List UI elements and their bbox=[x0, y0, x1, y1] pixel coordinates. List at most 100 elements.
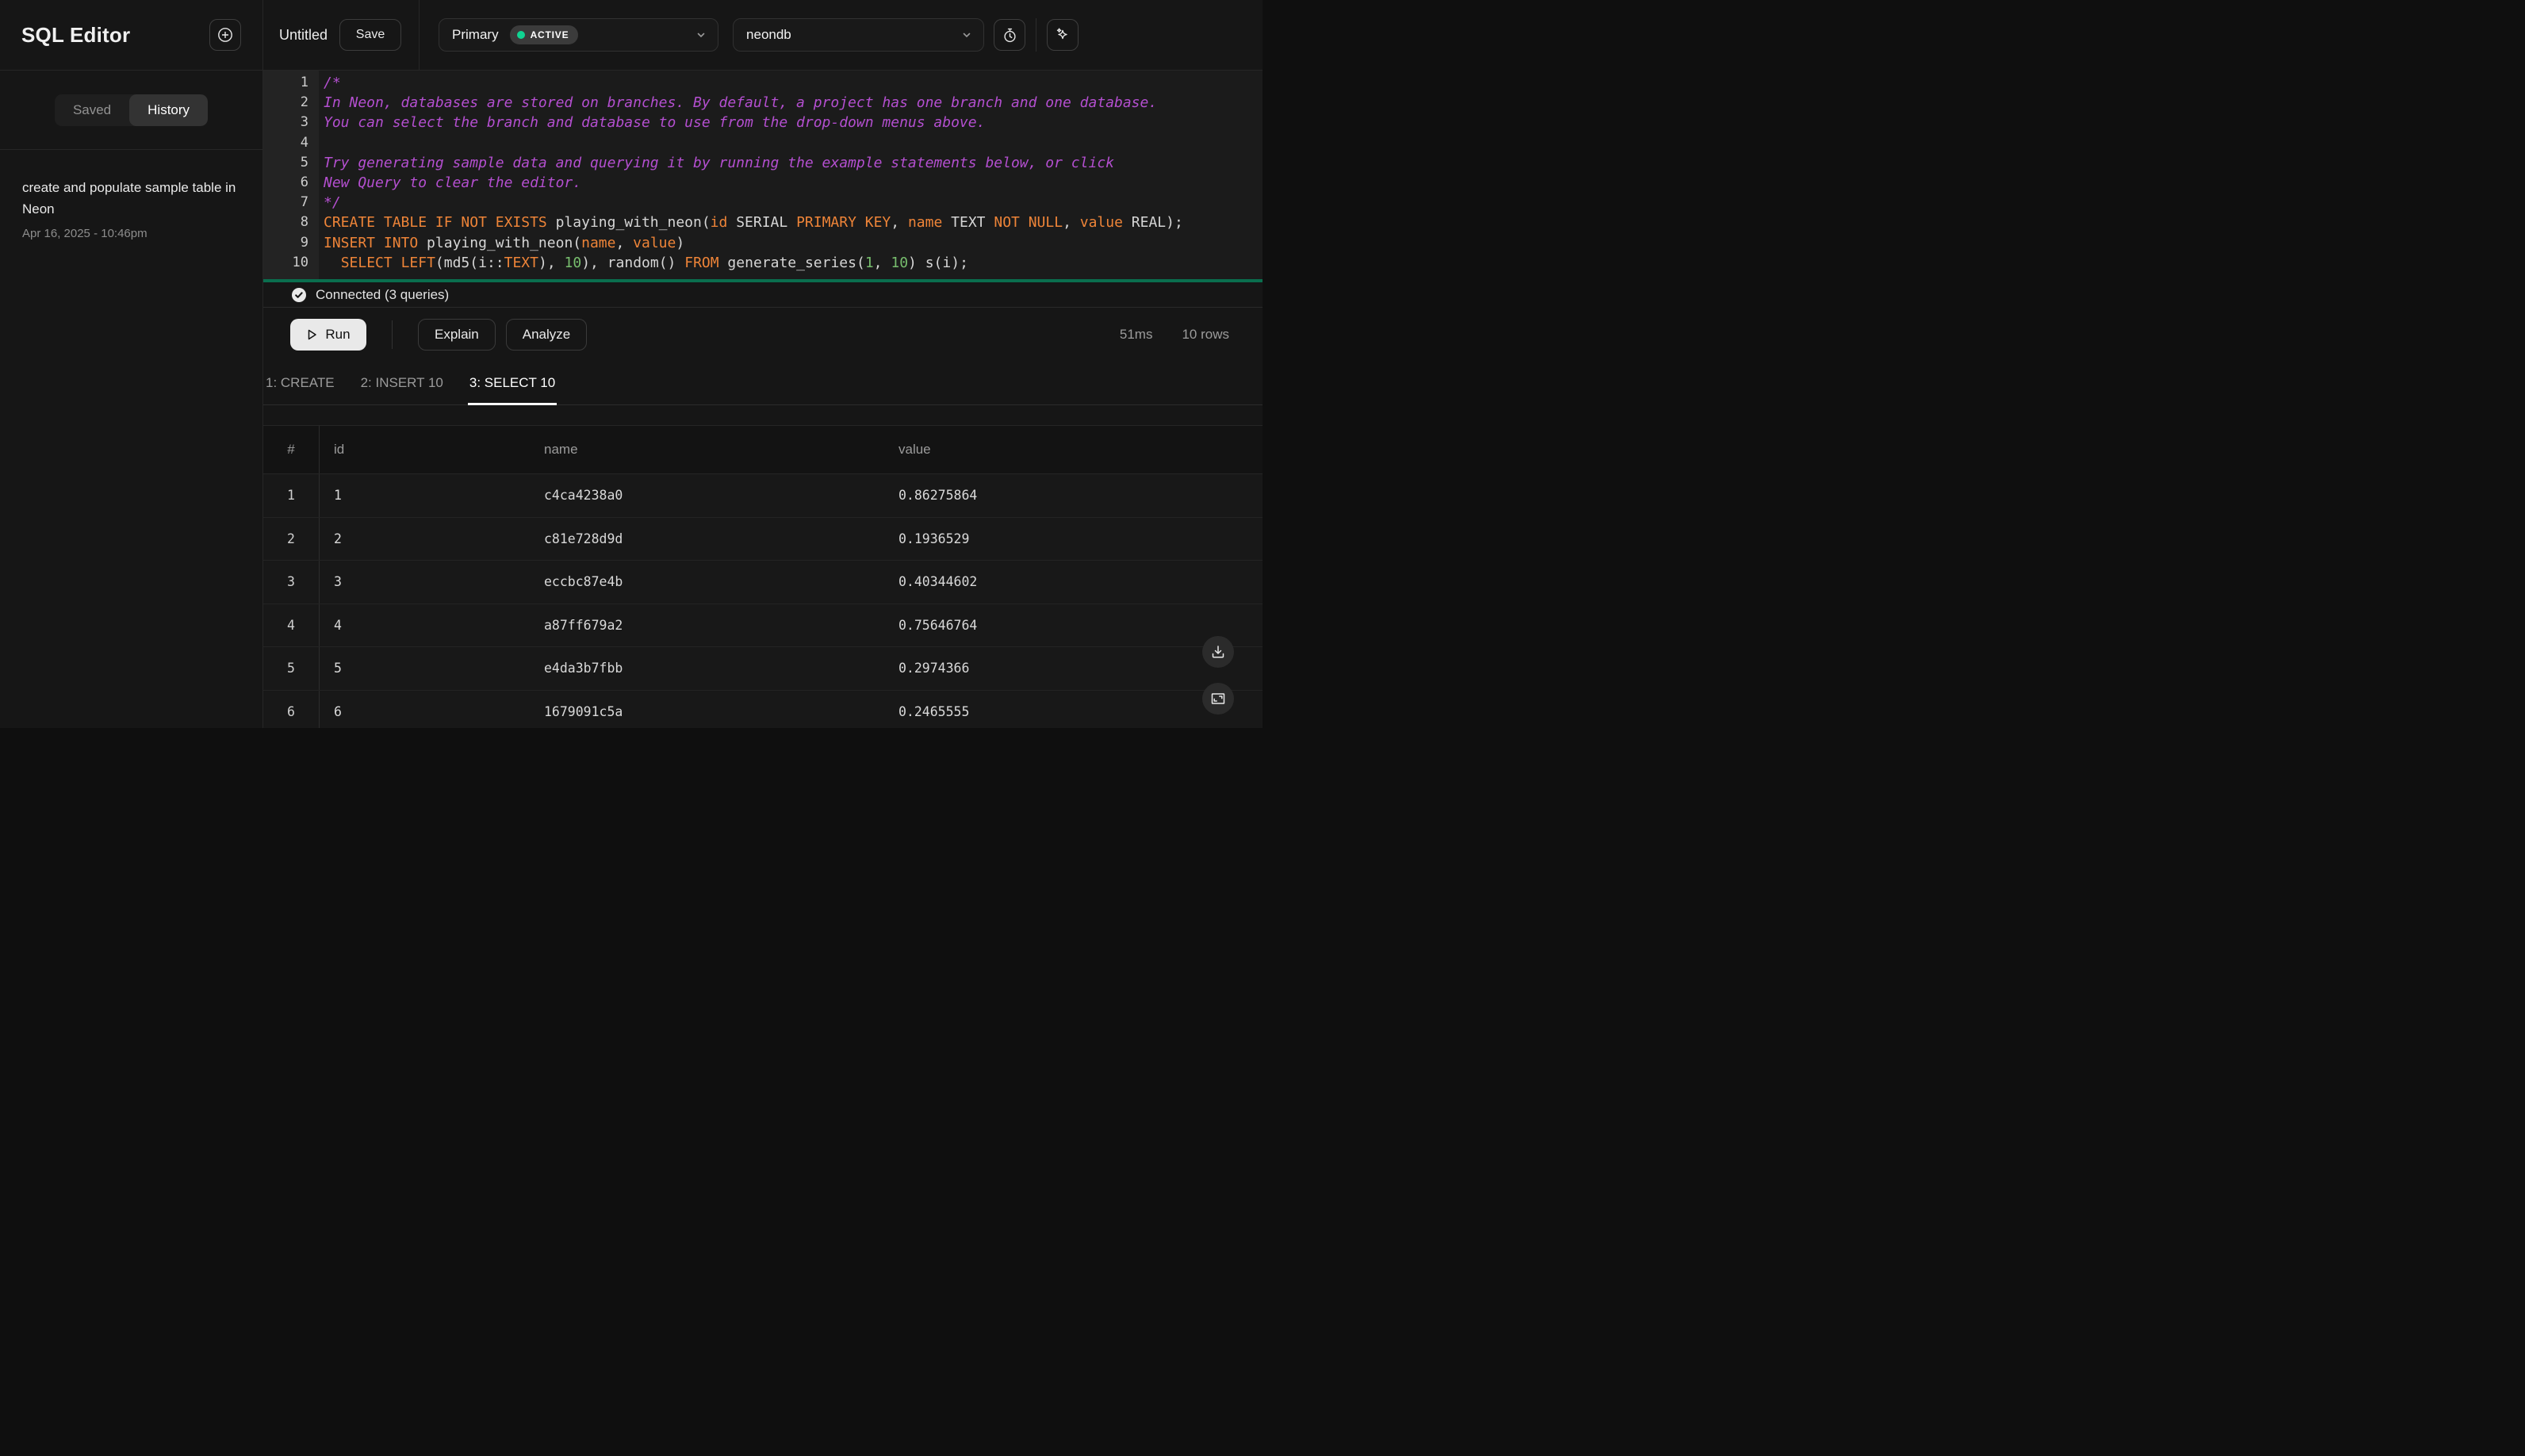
number-token: 10 bbox=[891, 254, 909, 271]
explain-button[interactable]: Explain bbox=[418, 319, 496, 351]
column-header-name: name bbox=[544, 442, 578, 457]
result-tabs: 1: CREATE 2: INSERT 10 3: SELECT 10 bbox=[263, 362, 1262, 405]
table-cell: 1 bbox=[334, 488, 342, 504]
code-token: playing_with_neon( bbox=[418, 234, 582, 251]
database-select[interactable]: neondb bbox=[733, 18, 985, 52]
keyword-token: INSERT INTO bbox=[324, 234, 419, 251]
chevron-down-icon bbox=[695, 29, 707, 40]
chevron-down-icon bbox=[961, 29, 972, 40]
results-table-body: 1 1 c4ca4238a0 0.86275864 2 2 c81e728d9d 0.1936… bbox=[263, 474, 1262, 728]
tab-saved[interactable]: Saved bbox=[55, 94, 129, 126]
code-token: ) s(i); bbox=[908, 254, 968, 271]
run-button[interactable]: Run bbox=[290, 319, 366, 351]
branch-status-badge: ACTIVE bbox=[509, 25, 579, 44]
code-line: New Query to clear the editor. bbox=[324, 173, 1262, 193]
table-cell: 0.75646764 bbox=[899, 617, 978, 633]
branch-select[interactable]: Primary ACTIVE bbox=[439, 18, 719, 52]
history-item-title: create and populate sample table in Neon bbox=[22, 180, 236, 216]
table-row[interactable]: 2 2 c81e728d9d 0.1936529 bbox=[263, 517, 1262, 561]
line-number: 4 bbox=[300, 134, 308, 151]
table-cell: 0.1936529 bbox=[899, 531, 970, 546]
query-metrics: 51ms 10 rows bbox=[1120, 327, 1229, 343]
keyword-token: name bbox=[907, 214, 943, 232]
save-button[interactable]: Save bbox=[339, 19, 402, 51]
toolbar-actions bbox=[984, 18, 1079, 52]
editor-toolbar: Untitled Save Primary ACTIVE neondb bbox=[263, 0, 1262, 71]
line-number-gutter: 1 2 3 4 5 6 7 8 9 10 bbox=[263, 71, 319, 279]
line-number: 6 bbox=[300, 174, 308, 191]
code-area[interactable]: /* In Neon, databases are stored on branc… bbox=[319, 71, 1262, 279]
active-status-dot bbox=[516, 31, 525, 39]
table-cell: c4ca4238a0 bbox=[544, 488, 623, 504]
code-token: ), random() bbox=[581, 254, 685, 271]
comment-token: You can select the branch and database t… bbox=[324, 114, 986, 132]
code-token: REAL); bbox=[1122, 214, 1183, 232]
play-icon bbox=[306, 328, 318, 341]
code-token: (md5(i:: bbox=[435, 254, 504, 271]
table-row[interactable]: 1 1 c4ca4238a0 0.86275864 bbox=[263, 474, 1262, 518]
code-token: ) bbox=[676, 234, 685, 251]
ai-assist-button[interactable] bbox=[1047, 19, 1079, 51]
line-number: 7 bbox=[300, 194, 308, 211]
row-number-cell: 2 bbox=[263, 517, 320, 560]
code-line: In Neon, databases are stored on branche… bbox=[324, 93, 1262, 113]
code-line: INSERT INTO playing_with_neon(name, valu… bbox=[324, 233, 1262, 253]
sparkles-icon bbox=[1054, 26, 1071, 44]
result-tab-1[interactable]: 1: CREATE bbox=[264, 362, 336, 404]
query-timing-button[interactable] bbox=[994, 19, 1026, 51]
download-results-button[interactable] bbox=[1202, 636, 1234, 668]
row-number-cell: 4 bbox=[263, 603, 320, 646]
line-number: 10 bbox=[292, 254, 308, 270]
line-number: 2 bbox=[300, 94, 308, 111]
code-line: */ bbox=[324, 193, 1262, 213]
table-cell: 1679091c5a bbox=[544, 703, 623, 719]
history-list-item[interactable]: create and populate sample table in Neon… bbox=[22, 177, 240, 240]
line-number: 9 bbox=[300, 234, 308, 251]
comment-token: New Query to clear the editor. bbox=[324, 174, 582, 192]
query-row-count: 10 rows bbox=[1182, 327, 1229, 342]
branch-status-label: ACTIVE bbox=[530, 29, 569, 40]
tab-history[interactable]: History bbox=[129, 94, 209, 126]
line-number: 5 bbox=[300, 154, 308, 171]
result-tab-3[interactable]: 3: SELECT 10 bbox=[467, 362, 557, 405]
code-line: SELECT LEFT(md5(i::TEXT), 10), random() … bbox=[324, 253, 1262, 273]
row-number-cell: 6 bbox=[263, 690, 320, 728]
comment-token: /* bbox=[324, 75, 341, 91]
connection-status-bar: Connected (3 queries) bbox=[263, 282, 1262, 308]
result-tab-2[interactable]: 2: INSERT 10 bbox=[359, 362, 445, 404]
code-line: CREATE TABLE IF NOT EXISTS playing_with_… bbox=[324, 213, 1262, 232]
run-action-bar: Run Explain Analyze 51ms 10 rows bbox=[263, 308, 1262, 362]
table-cell: a87ff679a2 bbox=[544, 617, 623, 633]
database-select-value: neondb bbox=[746, 27, 791, 42]
table-cell: 5 bbox=[334, 661, 342, 676]
table-cell: 4 bbox=[334, 617, 342, 633]
query-name[interactable]: Untitled bbox=[279, 27, 328, 44]
run-button-label: Run bbox=[325, 327, 351, 342]
table-cell: eccbc87e4b bbox=[544, 574, 623, 590]
code-line: /* bbox=[324, 73, 1262, 93]
keyword-token: name bbox=[581, 234, 616, 251]
table-cell: 0.86275864 bbox=[899, 488, 978, 504]
sidebar-tabs: Saved History bbox=[0, 71, 262, 150]
table-row[interactable]: 4 4 a87ff679a2 0.75646764 bbox=[263, 603, 1262, 647]
code-token: TEXT bbox=[942, 214, 994, 232]
code-line: Try generating sample data and querying … bbox=[324, 153, 1262, 173]
results-spacer bbox=[263, 405, 1262, 425]
keyword-token: SELECT bbox=[340, 254, 393, 271]
page-title: SQL Editor bbox=[21, 22, 131, 47]
check-circle-icon bbox=[290, 286, 308, 304]
table-row[interactable]: 6 6 1679091c5a 0.2465555 bbox=[263, 690, 1262, 728]
keyword-token: CREATE TABLE IF NOT EXISTS bbox=[324, 214, 547, 232]
history-item-timestamp: Apr 16, 2025 - 10:46pm bbox=[22, 227, 148, 240]
code-token: , bbox=[873, 254, 891, 271]
line-number: 8 bbox=[300, 214, 308, 231]
column-header-value: value bbox=[899, 442, 931, 457]
table-row[interactable]: 3 3 eccbc87e4b 0.40344602 bbox=[263, 561, 1262, 604]
table-row[interactable]: 5 5 e4da3b7fbb 0.2974366 bbox=[263, 647, 1262, 691]
line-number: 3 bbox=[300, 114, 308, 131]
expand-results-button[interactable] bbox=[1202, 683, 1234, 715]
analyze-button[interactable]: Analyze bbox=[505, 319, 588, 351]
sql-code-editor[interactable]: 1 2 3 4 5 6 7 8 9 10 /* In Neon, databases are sto… bbox=[263, 71, 1262, 279]
new-query-button[interactable] bbox=[209, 19, 241, 51]
